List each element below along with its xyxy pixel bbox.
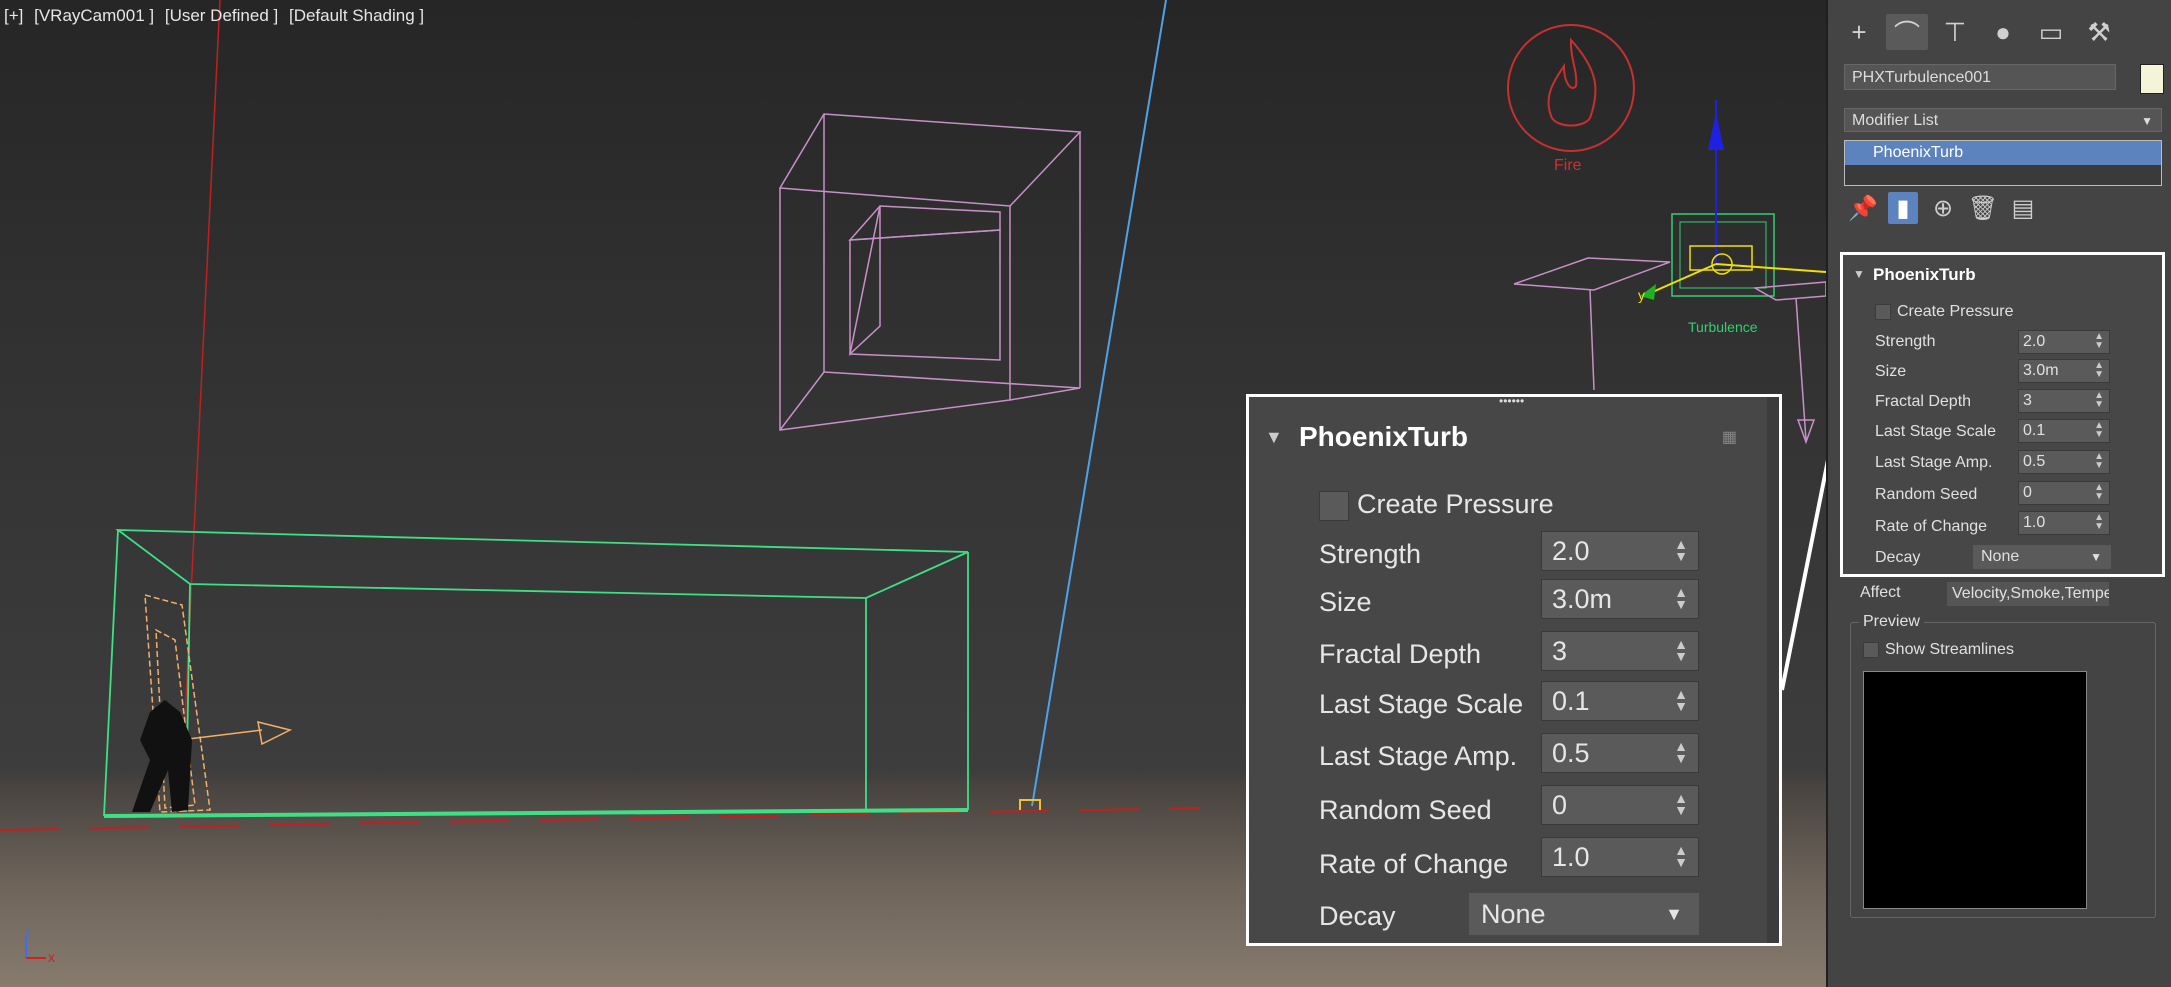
- create-pressure-label: Create Pressure: [1897, 303, 2014, 320]
- axis-line-red: [179, 0, 221, 821]
- configure-sets-icon[interactable]: ▤: [2008, 192, 2038, 224]
- viewport-shading-label[interactable]: [Default Shading ]: [289, 6, 424, 25]
- callout-last-stage-amp-spinner[interactable]: 0.5 ▲ ▼: [1541, 733, 1699, 773]
- utilities-icon[interactable]: ⚒: [2078, 14, 2120, 50]
- phoenix-simulator-box[interactable]: [103, 529, 969, 818]
- size-spinner[interactable]: 3.0m ▲ ▼: [2018, 359, 2110, 383]
- callout-size-label: Size: [1319, 587, 1372, 617]
- chevron-down-icon: ▼: [1665, 904, 1683, 924]
- callout-fractal-depth-label: Fractal Depth: [1319, 639, 1482, 669]
- show-streamlines-row[interactable]: Show Streamlines: [1863, 641, 2014, 659]
- callout-create-pressure-label: Create Pressure: [1357, 489, 1554, 519]
- decay-label: Decay: [1875, 549, 1921, 566]
- callout-strength-spinner[interactable]: 2.0 ▲ ▼: [1541, 531, 1699, 571]
- viewport-view-label[interactable]: [User Defined ]: [165, 6, 278, 25]
- last-stage-scale-label: Last Stage Scale: [1875, 423, 1996, 440]
- viewport-camera-label[interactable]: [VRayCam001 ]: [34, 6, 154, 25]
- make-unique-icon[interactable]: ⊕: [1928, 192, 1958, 224]
- phoenixturb-rollout: ▼ PhoenixTurb Create Pressure Strength 2…: [1840, 252, 2165, 577]
- callout-rate-of-change-label: Rate of Change: [1319, 849, 1509, 879]
- rollout-grid-icon[interactable]: ▦: [1722, 427, 1737, 447]
- modify-icon[interactable]: ⌒: [1886, 14, 1928, 50]
- last-stage-scale-spinner[interactable]: 0.1 ▲ ▼: [2018, 419, 2110, 443]
- callout-fractal-depth-spinner[interactable]: 3 ▲ ▼: [1541, 631, 1699, 671]
- affect-label: Affect: [1860, 584, 1901, 601]
- viewport-menu-plus[interactable]: [+]: [4, 6, 23, 25]
- emitter-box[interactable]: [778, 113, 1082, 431]
- fire-label: Fire: [1554, 157, 1582, 174]
- gizmo-x-label: x: [48, 949, 55, 965]
- show-streamlines-checkbox[interactable]: [1863, 641, 1879, 658]
- character-silhouette: [132, 700, 192, 812]
- grip-icon: ••••••: [1499, 394, 1525, 408]
- preview-canvas: [1863, 671, 2087, 909]
- strength-spinner[interactable]: 2.0 ▲ ▼: [2018, 330, 2110, 354]
- rate-of-change-label: Rate of Change: [1875, 518, 1988, 535]
- random-seed-spinner[interactable]: 0 ▲ ▼: [2018, 481, 2110, 505]
- last-stage-amp-spinner[interactable]: 0.5 ▲ ▼: [2018, 450, 2110, 474]
- rate-of-change-spinner[interactable]: 1.0 ▲ ▼: [2018, 511, 2110, 535]
- size-label: Size: [1875, 363, 1907, 380]
- turbulence-helper[interactable]: [1640, 100, 1826, 300]
- modifier-stack[interactable]: PhoenixTurb: [1844, 140, 2162, 186]
- command-panel: + ⌒ ⊤ ● ▭ ⚒ PHXTurbulence001 Modifier Li…: [1826, 0, 2171, 987]
- chevron-down-icon: ▼: [2090, 550, 2102, 564]
- rollout-title: PhoenixTurb: [1873, 265, 1976, 284]
- affect-field[interactable]: Velocity,Smoke,Temperature: [1947, 582, 2109, 606]
- hierarchy-icon[interactable]: ⊤: [1934, 14, 1976, 50]
- fractal-depth-spinner[interactable]: 3 ▲ ▼: [2018, 389, 2110, 413]
- stack-toolbar: 📌 ▮ ⊕ 🗑 ▤: [1848, 192, 2038, 224]
- callout-create-pressure-checkbox[interactable]: [1319, 491, 1349, 521]
- trash-icon[interactable]: 🗑: [1968, 192, 1998, 224]
- command-panel-tabs: + ⌒ ⊤ ● ▭ ⚒: [1838, 14, 2120, 50]
- show-streamlines-label: Show Streamlines: [1885, 641, 2014, 658]
- last-stage-amp-label: Last Stage Amp.: [1875, 454, 1993, 471]
- rollout-collapse-icon[interactable]: ▼: [1265, 427, 1283, 448]
- callout-random-seed-label: Random Seed: [1319, 795, 1492, 825]
- camera-line-blue: [1031, 0, 1167, 807]
- preview-group: Preview Show Streamlines: [1850, 613, 2156, 918]
- callout-rate-of-change-spinner[interactable]: 1.0 ▲ ▼: [1541, 837, 1699, 877]
- callout-random-seed-spinner[interactable]: 0 ▲ ▼: [1541, 785, 1699, 825]
- object-name-field[interactable]: PHXTurbulence001: [1844, 64, 2116, 90]
- random-seed-label: Random Seed: [1875, 486, 1978, 503]
- display-icon[interactable]: ▭: [2030, 14, 2072, 50]
- flame-shape: [1547, 37, 1597, 127]
- show-end-result-icon[interactable]: ▮: [1888, 192, 1918, 224]
- turbulence-label: Turbulence: [1688, 319, 1758, 335]
- create-pressure-checkbox[interactable]: [1875, 303, 1891, 320]
- ground-marker: [1019, 799, 1041, 810]
- callout-last-stage-amp-label: Last Stage Amp.: [1319, 741, 1518, 771]
- callout-scrollbar: [1767, 397, 1779, 943]
- fractal-depth-label: Fractal Depth: [1875, 393, 1972, 410]
- modifier-list-dropdown[interactable]: Modifier List ▼: [1844, 108, 2162, 132]
- rollout-collapse-icon[interactable]: ▼: [1853, 267, 1865, 281]
- create-pressure-row[interactable]: Create Pressure: [1875, 303, 2014, 321]
- callout-last-stage-scale-spinner[interactable]: 0.1 ▲ ▼: [1541, 681, 1699, 721]
- object-color-swatch[interactable]: [2140, 64, 2164, 94]
- callout-decay-dropdown[interactable]: None ▼: [1469, 893, 1699, 935]
- gizmo-z-label: z: [24, 925, 31, 941]
- stack-item-phoenixturb[interactable]: PhoenixTurb: [1845, 141, 2161, 165]
- callout-decay-label: Decay: [1319, 901, 1396, 931]
- callout-size-spinner[interactable]: 3.0m ▲ ▼: [1541, 579, 1699, 619]
- pin-icon[interactable]: 📌: [1848, 192, 1878, 224]
- callout-rollout-title: PhoenixTurb: [1299, 421, 1469, 452]
- callout-strength-label: Strength: [1319, 539, 1422, 569]
- create-icon[interactable]: +: [1838, 14, 1880, 50]
- helper-y-label: y: [1638, 287, 1645, 303]
- viewport-label-bar[interactable]: [+] [VRayCam001 ] [User Defined ] [Defau…: [4, 6, 430, 26]
- chevron-down-icon: ▼: [2141, 114, 2153, 128]
- motion-icon[interactable]: ●: [1982, 14, 2024, 50]
- strength-label: Strength: [1875, 333, 1936, 350]
- decay-dropdown[interactable]: None ▼: [1973, 545, 2111, 569]
- preview-label: Preview: [1859, 613, 1924, 631]
- callout-last-stage-scale-label: Last Stage Scale: [1319, 689, 1524, 719]
- zoomed-rollout-callout: •••••• ▼ PhoenixTurb ▦ Create Pressure S…: [1246, 394, 1782, 946]
